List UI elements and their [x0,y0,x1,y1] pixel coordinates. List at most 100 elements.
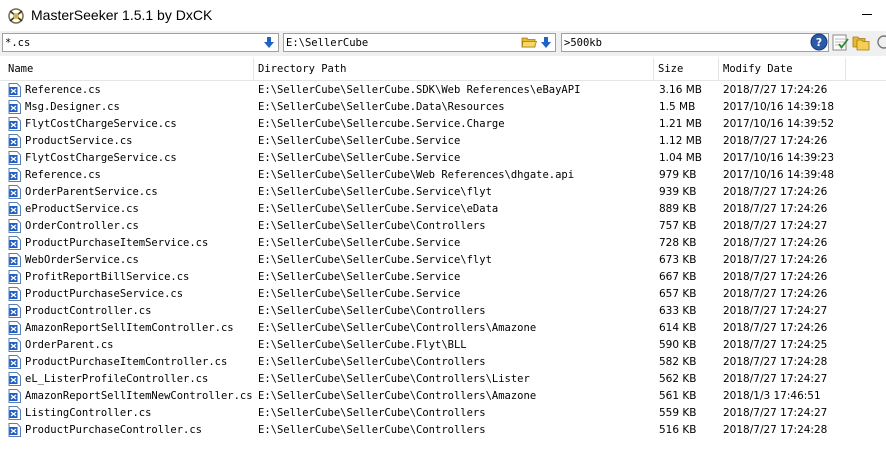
list-item[interactable]: Reference.cs E:\SellerCube\SellerCube.SD… [0,82,886,99]
file-name: ProfitReportBillService.cs [25,271,190,283]
column-header-name[interactable]: Name [4,58,254,80]
file-modify-date: 2018/7/27 17:24:26 [723,237,828,249]
file-directory: E:\SellerCube\SellerCube.Flyt\BLL [258,339,467,351]
list-item[interactable]: Reference.cs E:\SellerCube\SellerCube\We… [0,167,886,184]
file-name: ProductPurchaseService.cs [25,288,184,300]
csharp-file-icon [8,83,21,97]
csharp-file-icon [8,202,21,216]
file-directory: E:\SellerCube\SellerCube\Web References\… [258,169,575,181]
list-item[interactable]: ProductPurchaseController.cs E:\SellerCu… [0,422,886,439]
file-directory: E:\SellerCube\SellerCube\Controllers\Lis… [258,373,530,385]
csharp-file-icon [8,270,21,284]
list-item[interactable]: ListingController.cs E:\SellerCube\Selle… [0,405,886,422]
title-bar: MasterSeeker 1.5.1 by DxCK [0,0,886,31]
file-name: AmazonReportSellItemNewController.cs [25,390,253,402]
file-name: OrderParentService.cs [25,186,158,198]
file-size: 757 KB [659,220,697,232]
file-size: 667 KB [659,271,697,283]
help-icon[interactable]: ? [810,33,828,51]
file-modify-date: 2017/10/16 14:39:18 [723,101,835,113]
file-directory: E:\SellerCube\SellerCube\Controllers\Ama… [258,322,537,334]
svg-text:?: ? [816,36,822,49]
file-directory: E:\SellerCube\SellerCube\Controllers [258,356,486,368]
column-header-size[interactable]: Size [654,58,719,80]
csharp-file-icon [8,423,21,437]
list-item[interactable]: FlytCostChargeService.cs E:\SellerCube\S… [0,116,886,133]
file-size: 1.5 MB [659,101,696,113]
file-directory: E:\SellerCube\SellerCube.SDK\Web Referen… [258,84,581,96]
minimize-button[interactable] [862,14,872,15]
file-directory: E:\SellerCube\SellerCube.Service [258,237,461,249]
list-item[interactable]: FlytCostChargeService.cs E:\SellerCube\S… [0,150,886,167]
list-item[interactable]: ProductPurchaseItemService.cs E:\SellerC… [0,235,886,252]
file-name: ListingController.cs [25,407,152,419]
file-size: 889 KB [659,203,697,215]
path-filter-field[interactable] [283,33,556,52]
file-size: 3.16 MB [659,84,702,96]
filename-filter-input[interactable] [5,35,260,50]
column-header-date[interactable]: Modify Date [719,58,846,80]
csharp-file-icon [8,151,21,165]
file-directory: E:\SellerCube\SellerCube\Controllers [258,407,486,419]
list-item[interactable]: WebOrderService.cs E:\SellerCube\SellerC… [0,252,886,269]
file-directory: E:\SellerCube\SellerCube\Controllers\Ama… [258,390,537,402]
folders-icon[interactable] [852,33,870,51]
blue-down-arrow-icon[interactable] [263,36,275,49]
file-name: ProductPurchaseItemService.cs [25,237,209,249]
list-item[interactable]: ProfitReportBillService.cs E:\SellerCube… [0,269,886,286]
settings-icon[interactable] [876,33,886,51]
results-list: Name Directory Path Size Modify Date Ref… [0,58,886,451]
file-name: ProductPurchaseController.cs [25,424,203,436]
file-modify-date: 2018/7/27 17:24:26 [723,84,828,96]
file-directory: E:\SellerCube\Sellercube.Service.Charge [258,118,505,130]
file-name: ProductPurchaseItemController.cs [25,356,228,368]
list-item[interactable]: AmazonReportSellItemNewController.cs E:\… [0,388,886,405]
file-size: 1.12 MB [659,135,702,147]
file-name: eProductService.cs [25,203,139,215]
filename-filter-field[interactable] [2,33,279,52]
file-directory: E:\SellerCube\SellerCube.Service [258,135,461,147]
file-size: 939 KB [659,186,697,198]
list-item[interactable]: ProductPurchaseService.cs E:\SellerCube\… [0,286,886,303]
list-item[interactable]: AmazonReportSellItemController.cs E:\Sel… [0,320,886,337]
file-modify-date: 2018/7/27 17:24:26 [723,271,828,283]
file-modify-date: 2018/7/27 17:24:26 [723,288,828,300]
size-filter-field[interactable] [561,33,829,52]
checklist-icon[interactable] [831,33,849,51]
search-toolbar [0,31,886,56]
list-rows: Reference.cs E:\SellerCube\SellerCube.SD… [0,82,886,439]
list-item[interactable]: OrderParent.cs E:\SellerCube\SellerCube.… [0,337,886,354]
file-name: FlytCostChargeService.cs [25,152,177,164]
file-size: 582 KB [659,356,697,368]
list-item[interactable]: Msg.Designer.cs E:\SellerCube\SellerCube… [0,99,886,116]
list-item[interactable]: OrderParentService.cs E:\SellerCube\Sell… [0,184,886,201]
csharp-file-icon [8,117,21,131]
blue-down-arrow-icon[interactable] [540,36,552,49]
folder-open-icon[interactable] [521,36,537,49]
csharp-file-icon [8,321,21,335]
file-modify-date: 2018/7/27 17:24:28 [723,356,828,368]
list-item[interactable]: ProductController.cs E:\SellerCube\Selle… [0,303,886,320]
file-directory: E:\SellerCube\SellerCube.Service\flyt [258,186,492,198]
file-modify-date: 2017/10/16 14:39:48 [723,169,835,181]
list-item[interactable]: ProductPurchaseItemController.cs E:\Sell… [0,354,886,371]
file-size: 1.04 MB [659,152,702,164]
list-item[interactable]: OrderController.cs E:\SellerCube\SellerC… [0,218,886,235]
file-directory: E:\SellerCube\SellerCube.Data\Resources [258,101,505,113]
file-modify-date: 2018/7/27 17:24:25 [723,339,828,351]
size-filter-input[interactable] [564,35,804,50]
csharp-file-icon [8,389,21,403]
file-directory: E:\SellerCube\SellerCube.Service\eData [258,203,499,215]
csharp-file-icon [8,134,21,148]
path-filter-input[interactable] [286,35,518,50]
column-header-path[interactable]: Directory Path [254,58,654,80]
csharp-file-icon [8,372,21,386]
file-modify-date: 2018/7/27 17:24:27 [723,407,828,419]
file-directory: E:\SellerCube\SellerCube\Controllers [258,305,486,317]
file-modify-date: 2018/7/27 17:24:26 [723,322,828,334]
csharp-file-icon [8,219,21,233]
list-item[interactable]: eL_ListerProfileController.cs E:\SellerC… [0,371,886,388]
list-item[interactable]: ProductService.cs E:\SellerCube\SellerCu… [0,133,886,150]
csharp-file-icon [8,338,21,352]
list-item[interactable]: eProductService.cs E:\SellerCube\SellerC… [0,201,886,218]
